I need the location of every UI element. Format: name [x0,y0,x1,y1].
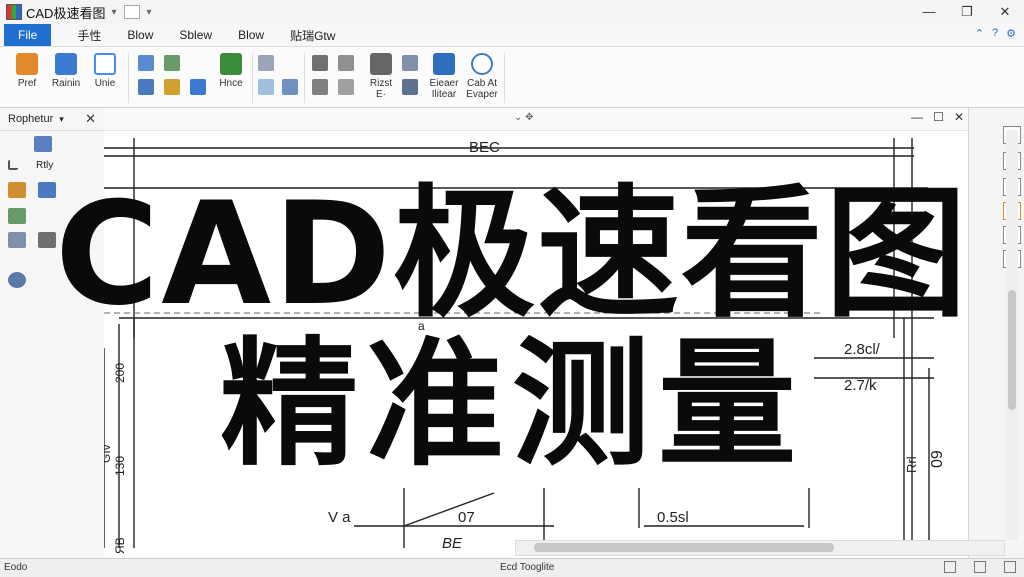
document-icon[interactable] [402,55,418,71]
unie-icon [94,53,116,75]
rainin-icon [55,53,77,75]
menu-item-5[interactable]: 贴瑞Gtw [290,27,335,44]
target-icon [471,53,493,75]
undo-icon [370,53,392,75]
ribbon-separator [304,53,305,103]
quick-access-save-icon[interactable] [124,5,141,19]
layer-icon[interactable] [138,79,154,95]
ribbon-separator [252,53,253,103]
close-button[interactable]: ✕ [986,0,1024,24]
panel-header: Rophetur ▾ ✕ [0,108,104,131]
horizontal-scroll-thumb[interactable] [534,543,834,552]
ribbon-separator [128,53,129,103]
ribbon-minimize-icon[interactable]: ⌃ [975,27,984,40]
window-title: CAD极速看图 [26,5,106,21]
list-icon[interactable] [338,79,354,95]
folder-icon[interactable] [164,79,180,95]
menu-item-1[interactable]: 手性 [77,27,101,44]
settings-icon[interactable]: ⚙ [1006,27,1016,40]
title-bar: CAD极速看图 ▾ ▾ — ❐ ✕ [0,0,1024,24]
grid-icon[interactable] [138,55,154,71]
dim-be: BE [442,535,463,552]
table-icon[interactable] [402,79,418,95]
menu-item-3[interactable]: Sblew [179,28,212,42]
rizst-button[interactable]: Rizst E· [364,53,398,100]
bucket-icon[interactable] [190,79,206,95]
panel-title: Rophetur [8,113,54,125]
menu-item-4[interactable]: Blow [238,28,264,42]
pen-icon[interactable] [258,79,274,95]
help-icon[interactable]: ? [992,27,998,40]
menu-bar: File 手性 Blow Sblew Blow 贴瑞Gtw ⌃ ? ⚙ [0,24,1024,47]
status-left-text: Eodo [4,562,28,573]
menu-file[interactable]: File [4,24,52,46]
dim-top: BEC [469,139,500,156]
dim-va: V a [328,509,351,526]
hnce-button[interactable]: Hnce [214,53,248,89]
title-dropdown-icon[interactable]: ▾ [111,7,116,18]
menu-item-2[interactable]: Blow [127,28,153,42]
select-tool-icon[interactable] [34,136,52,152]
snap-icon[interactable] [312,55,328,71]
scissors-icon [433,53,455,75]
ribbon-separator [504,53,505,103]
rainin-button[interactable]: Rainin [48,53,84,89]
headline-text: CAD极速看图 [55,172,969,337]
status-snap-icon[interactable] [974,561,986,573]
status-ortho-icon[interactable] [1004,561,1016,573]
offset-icon[interactable] [312,79,328,95]
status-bar: Eodo Ecd Tooglite [0,558,1024,577]
pref-icon [16,53,38,75]
trim-icon[interactable] [338,55,354,71]
dim-left-4: ЯB [113,537,127,554]
restore-button[interactable]: ❐ [948,0,986,24]
pref-button[interactable]: Pref [10,53,44,89]
brush-icon[interactable] [282,79,298,95]
dim-07: 07 [458,509,475,526]
panel-close-button[interactable]: ✕ [85,111,96,127]
horizontal-scrollbar[interactable] [515,540,1005,556]
angle-tool-icon[interactable] [8,160,18,170]
eieaer-button[interactable]: Eieaer Ilitear [424,53,464,100]
image-icon[interactable] [164,55,180,71]
quick-access-dropdown-icon[interactable]: ▾ [146,7,151,18]
slope-line [403,492,495,527]
status-middle-text: Ecd Tooglite [500,562,555,573]
dim-05: 0.5sl [657,509,689,526]
subheadline-text: 精准测量 [219,324,804,485]
minimize-button[interactable]: — [910,0,948,24]
status-grid-icon[interactable] [944,561,956,573]
panel-dropdown-icon[interactable]: ▾ [59,114,64,125]
app-logo-icon [6,4,22,20]
cab-at-button[interactable]: Cab At Evaper [462,53,502,100]
unie-button[interactable]: Unie [88,53,122,89]
ribbon-toolbar: Pref Rainin Unie Hnce Rizst E· Eieaer Il… [0,47,1024,108]
hnce-icon [220,53,242,75]
copy-icon[interactable] [258,55,274,71]
